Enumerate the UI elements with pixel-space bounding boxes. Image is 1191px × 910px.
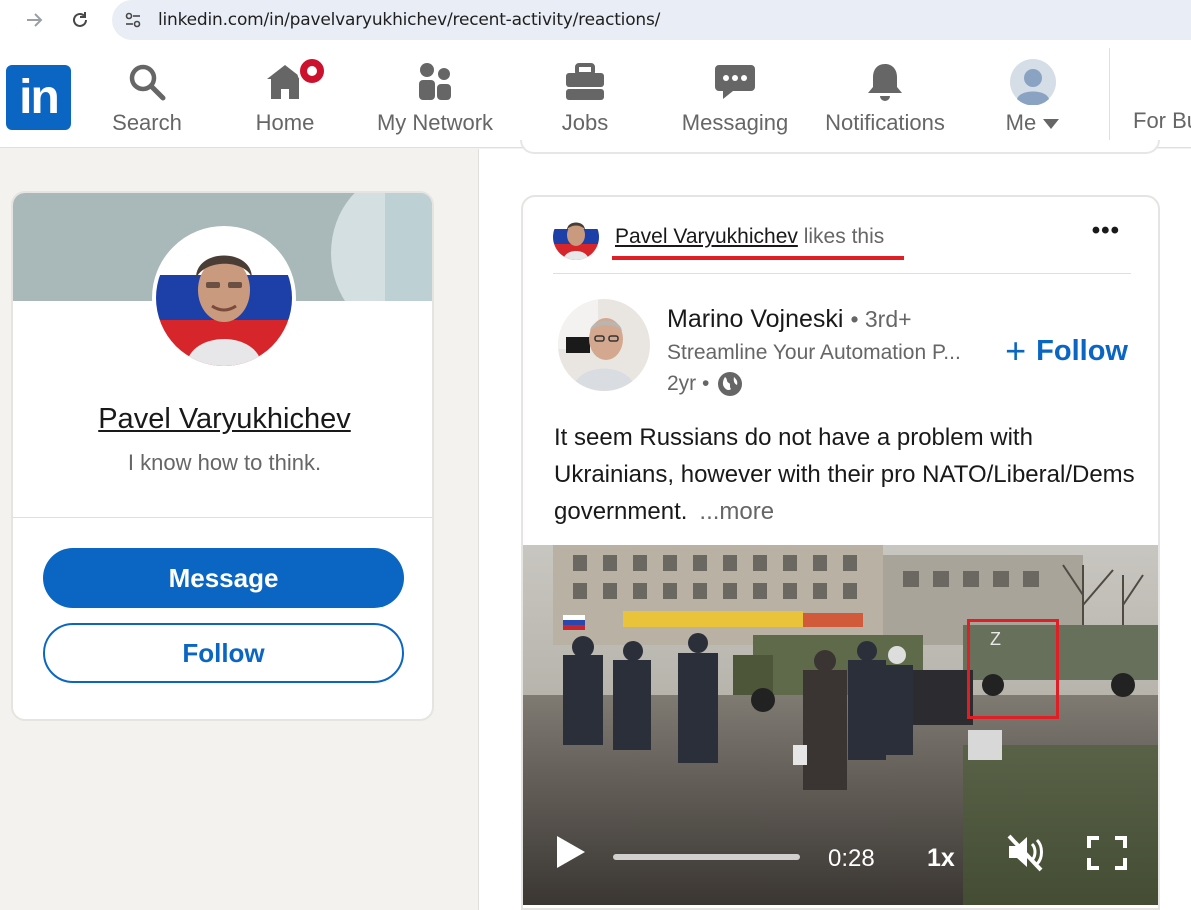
nav-label: Jobs: [561, 110, 609, 135]
reactor-name[interactable]: Pavel Varyukhichev: [615, 225, 798, 248]
plus-icon: +: [1005, 330, 1027, 371]
arrow-forward-icon[interactable]: [18, 6, 50, 34]
nav-messaging[interactable]: Messaging: [680, 60, 790, 140]
reaction-text: Pavel Varyukhichev likes this: [612, 225, 904, 260]
browser-toolbar: linkedin.com/in/pavelvaryukhichev/recent…: [0, 0, 1191, 48]
nav-notifications[interactable]: Notifications: [820, 60, 950, 140]
author-name-row: Marino Vojneski • 3rd+: [667, 305, 912, 334]
author-avatar[interactable]: [558, 299, 650, 391]
notification-badge: [297, 56, 327, 86]
play-icon[interactable]: [555, 834, 587, 875]
address-bar[interactable]: linkedin.com/in/pavelvaryukhichev/recent…: [112, 0, 1191, 40]
video-time: 0:28: [828, 845, 875, 872]
site-settings-icon[interactable]: [122, 9, 144, 31]
profile-card: Pavel Varyukhichev I know how to think. …: [11, 191, 434, 721]
post-text: It seem Russians do not have a problem w…: [554, 424, 1135, 525]
profile-photo[interactable]: [152, 226, 296, 370]
follow-author-button[interactable]: + Follow: [1005, 333, 1128, 369]
network-icon: [414, 60, 456, 104]
profile-name[interactable]: Pavel Varyukhichev: [13, 403, 432, 436]
reaction-header: Pavel Varyukhichev likes this: [553, 212, 904, 262]
author-name[interactable]: Marino Vojneski: [667, 305, 843, 333]
nav-search[interactable]: Search: [112, 60, 182, 140]
reaction-label: likes this: [803, 225, 885, 248]
previous-post-edge: [520, 140, 1160, 154]
search-icon: [126, 60, 168, 104]
chevron-down-icon: [1043, 119, 1060, 129]
more-options-icon[interactable]: •••: [1092, 217, 1120, 245]
messaging-icon: [713, 60, 757, 104]
nav-label: Search: [112, 110, 182, 135]
url-text: linkedin.com/in/pavelvaryukhichev/recent…: [158, 10, 661, 30]
nav-me[interactable]: Me: [1000, 59, 1066, 140]
bell-icon: [864, 60, 906, 104]
see-more-link[interactable]: ...more: [699, 498, 774, 525]
fullscreen-icon[interactable]: [1087, 836, 1127, 875]
muted-speaker-icon[interactable]: [1005, 832, 1047, 877]
nav-label: Messaging: [681, 110, 789, 135]
post-card: Pavel Varyukhichev likes this ••• Marino…: [521, 195, 1160, 910]
briefcase-icon: [564, 60, 606, 104]
globe-icon: [717, 371, 743, 397]
nav-my-network[interactable]: My Network: [372, 60, 498, 140]
reload-icon[interactable]: [64, 6, 96, 34]
nav-me-label: Me: [1006, 110, 1061, 136]
reactor-avatar[interactable]: [553, 214, 599, 260]
divider: [13, 517, 432, 518]
header-divider: [1109, 48, 1110, 148]
message-button[interactable]: Message: [43, 548, 404, 608]
linkedin-logo[interactable]: in: [6, 65, 71, 130]
annotation-box: [967, 619, 1059, 719]
annotation-underline: [612, 256, 904, 260]
video-player[interactable]: Z 0:28 1x: [523, 545, 1158, 905]
video-progress-bar[interactable]: [613, 854, 800, 860]
follow-button[interactable]: Follow: [43, 623, 404, 683]
nav-home[interactable]: Home: [250, 56, 327, 140]
divider: [553, 273, 1131, 274]
post-age: 2yr •: [667, 372, 710, 395]
home-icon: [263, 56, 327, 104]
nav-label: My Network: [376, 110, 494, 135]
avatar: [1010, 59, 1056, 105]
video-controls: 0:28 1x: [523, 805, 1158, 905]
post-meta: 2yr •: [667, 371, 743, 397]
linkedin-header: in Search Home My Network Jobs Messaging: [0, 48, 1191, 148]
nav-label: Home: [255, 110, 315, 135]
for-business-link[interactable]: For Bu: [1133, 108, 1191, 134]
profile-headline: I know how to think.: [127, 450, 322, 475]
connection-degree: • 3rd+: [850, 306, 912, 332]
follow-label: Follow: [1036, 334, 1128, 367]
nav-jobs[interactable]: Jobs: [548, 60, 622, 140]
nav-label: Notifications: [825, 110, 945, 135]
author-headline: Streamline Your Automation P...: [667, 341, 961, 364]
post-body: It seem Russians do not have a problem w…: [554, 419, 1144, 530]
playback-speed-button[interactable]: 1x: [927, 844, 955, 873]
